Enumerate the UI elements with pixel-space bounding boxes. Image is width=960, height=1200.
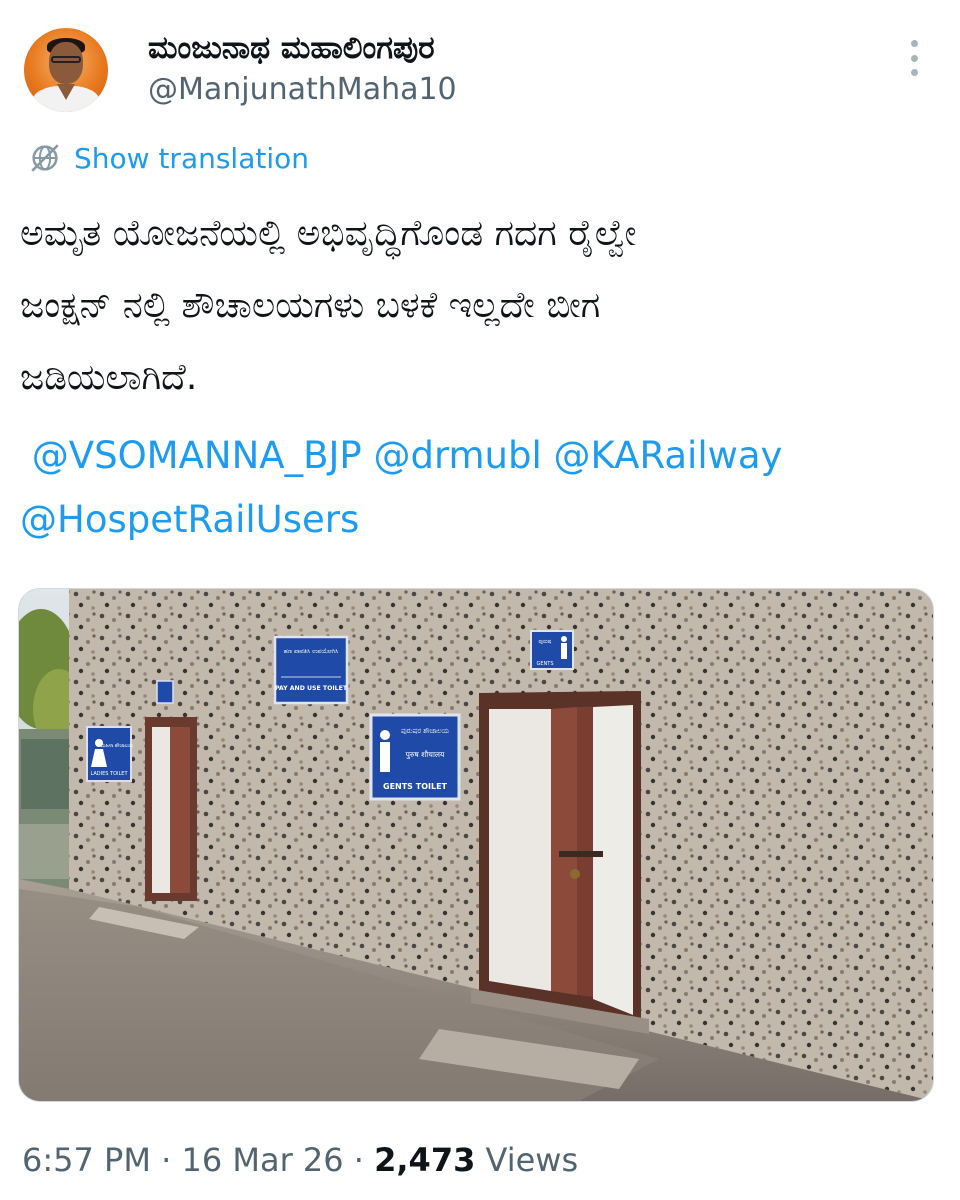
meta-separator: · (150, 1141, 182, 1179)
tweet-text: ಅಮೃತ ಯೋಜನೆಯಲ್ಲಿ ಅಭಿವೃದ್ಧಿಗೊಂಡ ಗದಗ ರೈಲ್ವೇ… (20, 198, 930, 414)
author-handle[interactable]: @ManjunathMaha10 (148, 72, 457, 108)
globe-slash-icon (31, 144, 59, 172)
tweet-line: ಜಡಿಯಲಾಗಿದೆ. (20, 357, 198, 398)
tweet-photo[interactable]: ಮಹಿಳಾ ಶೌಚಾಲಯ LADIES TOILET ಹಣ ಪಾವತಿಸಿ ಉಪ… (18, 588, 934, 1102)
tweet-time[interactable]: 6:57 PM (22, 1141, 151, 1179)
tweet-header: ಮಂಜುನಾಥ ಮಹಾಲಿಂಗಪುರ @ManjunathMaha10 (24, 22, 936, 112)
mention-link[interactable]: @VSOMANNA_BJP (32, 434, 362, 477)
views-label: Views (475, 1141, 579, 1179)
meta-separator: · (343, 1141, 375, 1179)
gents-small-en: GENTS (536, 661, 553, 667)
pay-and-use-sign: ಹಣ ಪಾವತಿಸಿ ಉಪಯೋಗಿಸಿ PAY AND USE TOILET (273, 635, 349, 705)
gents-toilet-sign: ಪುರುಷರ ಶೌಚಾಲಯ पुरुष शौचालय GENTS TOILET (369, 713, 461, 801)
tweet-meta: 6:57 PM · 16 Mar 26 · 2,473 Views (22, 1136, 578, 1184)
more-options-icon[interactable] (904, 40, 924, 76)
tweet-mentions: @VSOMANNA_BJP @drmubl @KARailway @Hospet… (20, 424, 930, 552)
ladies-sign-en: LADIES TOILET (90, 771, 128, 777)
gents-sign-hi: पुरुष शौचालय (406, 750, 445, 760)
mention-link[interactable]: @HospetRailUsers (20, 498, 359, 541)
mention-link[interactable]: @drmubl (373, 434, 541, 477)
tweet-date[interactable]: 16 Mar 26 (181, 1141, 343, 1179)
ladies-sign-kn: ಮಹಿಳಾ ಶೌಚಾಲಯ (101, 743, 134, 749)
tweet-line: ಅಮೃತ ಯೋಜನೆಯಲ್ಲಿ ಅಭಿವೃದ್ಧಿಗೊಂಡ ಗದಗ ರೈಲ್ವೇ (20, 213, 637, 254)
ladies-toilet-sign: ಮಹಿಳಾ ಶೌಚಾಲಯ LADIES TOILET (86, 726, 134, 782)
profile-avatar[interactable] (24, 28, 108, 112)
gents-small-kn: ಪುರುಷ (539, 639, 552, 645)
tweet-line: ಜಂಕ್ಷನ್ ನಲ್ಲಿ ಶೌಚಾಲಯಗಳು ಬಳಕೆ ಇಲ್ಲದೇ ಬೀಗ (20, 285, 601, 326)
gents-sign-en: GENTS TOILET (383, 782, 448, 791)
pay-sign-kn: ಹಣ ಪಾವತಿಸಿ ಉಪಯೋಗಿಸಿ (284, 648, 339, 655)
author-display-name[interactable]: ಮಂಜುನಾಥ ಮಹಾಲಿಂಗಪುರ (148, 30, 435, 66)
show-translation-label: Show translation (74, 141, 310, 175)
views-count: 2,473 (374, 1141, 476, 1179)
show-translation-link[interactable]: Show translation (28, 138, 309, 178)
pay-sign-en: PAY AND USE TOILET (275, 685, 348, 692)
gents-sign-kn: ಪುರುಷರ ಶೌಚಾಲಯ (401, 727, 450, 735)
mention-link[interactable]: @KARailway (554, 434, 783, 477)
gents-small-sign: ಪುರುಷ GENTS (530, 630, 574, 670)
